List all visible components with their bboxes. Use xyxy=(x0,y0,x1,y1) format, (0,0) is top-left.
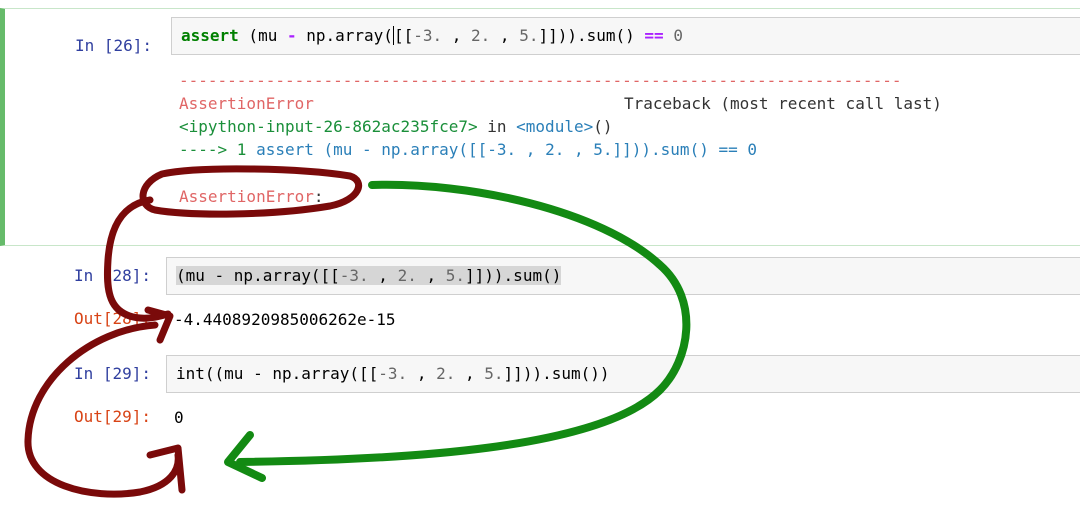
traceback-error-name: AssertionError xyxy=(179,94,314,113)
traceback-code: , xyxy=(564,140,594,159)
code-part: , xyxy=(442,26,472,45)
code-part: , xyxy=(368,266,398,285)
cell-28-in-prompt: In [28]: xyxy=(74,266,152,285)
code-part: ]])).sum() xyxy=(465,266,562,285)
cell-26[interactable]: In [26]: assert (mu - np.array([[-3. , 2… xyxy=(0,8,1080,246)
code-part: , xyxy=(407,364,437,383)
cell-26-in-prompt: In [26]: xyxy=(75,36,153,55)
number-literal: 5. xyxy=(519,26,539,45)
cell-28-code[interactable]: (mu - np.array([[-3. , 2. , 5.]])).sum() xyxy=(176,265,562,287)
traceback-code: , xyxy=(516,140,546,159)
cell-28-output: -4.4408920985006262e-15 xyxy=(174,310,396,329)
cell-29-out-prompt: Out[29]: xyxy=(74,407,152,426)
number-literal: 0 xyxy=(673,26,683,45)
code-part: , xyxy=(455,364,485,383)
traceback-number: 2. xyxy=(545,140,565,159)
traceback-number: 5. xyxy=(593,140,613,159)
code-part: , xyxy=(490,26,520,45)
code-part xyxy=(664,26,674,45)
cell-26-code[interactable]: assert (mu - np.array([[-3. , 2. , 5.]])… xyxy=(181,25,683,47)
traceback-input-ref-line: <ipython-input-26-862ac235fce7> in <modu… xyxy=(179,115,612,138)
traceback-arrow: ----> 1 xyxy=(179,140,257,159)
code-part: np.array( xyxy=(296,26,393,45)
operator-equals: == xyxy=(644,26,664,45)
code-part: [[ xyxy=(393,26,414,45)
traceback-final-error: AssertionError xyxy=(179,187,314,206)
number-literal: 2. xyxy=(397,266,417,285)
code-part: , xyxy=(416,266,446,285)
cell-29-in-prompt: In [29]: xyxy=(74,364,152,383)
number-literal: 2. xyxy=(471,26,491,45)
traceback-header: Traceback (most recent call last) xyxy=(624,94,942,113)
cell-29[interactable]: In [29]: int((mu - np.array([[-3. , 2. ,… xyxy=(0,352,1080,444)
traceback-divider: ----------------------------------------… xyxy=(179,71,902,90)
code-part: ]])).sum()) xyxy=(503,364,610,383)
code-highlight: (mu - np.array([[-3. , 2. , 5.]])).sum() xyxy=(176,266,562,285)
cell-29-input[interactable]: int((mu - np.array([[-3. , 2. , 5.]])).s… xyxy=(166,355,1080,393)
keyword-assert: assert xyxy=(181,26,239,45)
traceback-code: assert (mu - np.array([[ xyxy=(256,140,488,159)
code-part: (mu xyxy=(238,26,287,45)
cell-26-input[interactable]: assert (mu - np.array([[-3. , 2. , 5.]])… xyxy=(171,17,1080,55)
cell-28[interactable]: In [28]: (mu - np.array([[-3. , 2. , 5.]… xyxy=(0,254,1080,346)
traceback-in-word: in xyxy=(477,117,517,136)
cell-28-out-prompt: Out[28]: xyxy=(74,309,152,328)
traceback-final-colon: : xyxy=(313,187,324,206)
number-literal: 5. xyxy=(484,364,504,383)
red-arrowhead-out29 xyxy=(146,444,186,494)
cell-28-input[interactable]: (mu - np.array([[-3. , 2. , 5.]])).sum() xyxy=(166,257,1080,295)
traceback-input-ref: <ipython-input-26-862ac235fce7> xyxy=(179,117,478,136)
traceback-arrow-line: ----> 1 assert (mu - np.array([[-3. , 2.… xyxy=(179,138,757,161)
cell-29-code[interactable]: int((mu - np.array([[-3. , 2. , 5.]])).s… xyxy=(176,363,610,385)
number-literal: -3. xyxy=(339,266,369,285)
operator-minus: - xyxy=(286,26,297,45)
traceback-number: -3. xyxy=(487,140,517,159)
number-literal: 2. xyxy=(436,364,456,383)
number-literal: -3. xyxy=(378,364,408,383)
traceback-module: <module> xyxy=(516,117,594,136)
traceback-code: ]])).sum() == xyxy=(612,140,748,159)
code-part: int((mu - np.array([[ xyxy=(176,364,379,383)
traceback-final-line: AssertionError: xyxy=(179,185,324,208)
number-literal: 5. xyxy=(445,266,466,285)
traceback-module-paren: () xyxy=(593,117,613,136)
code-part: ]])).sum() xyxy=(538,26,645,45)
traceback-number: 0 xyxy=(747,140,757,159)
number-literal: -3. xyxy=(413,26,443,45)
cell-29-output: 0 xyxy=(174,408,184,427)
code-part: (mu - np.array([[ xyxy=(176,266,340,285)
